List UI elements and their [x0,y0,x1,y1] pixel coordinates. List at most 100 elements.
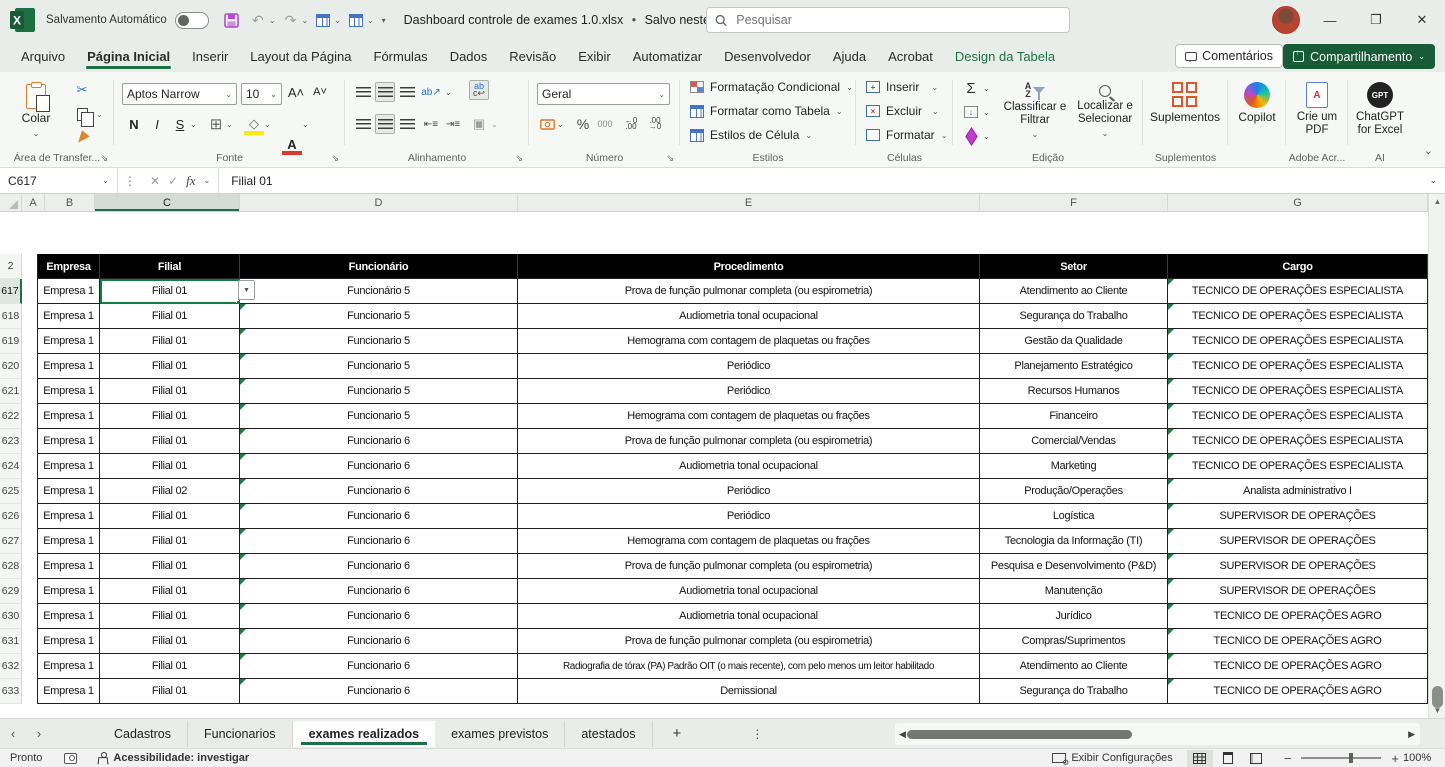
sheet-nav-right-icon[interactable]: › [26,726,52,741]
autosave-toggle[interactable] [175,12,209,29]
increase-decimal-button[interactable]: ←0.00 [621,114,641,134]
cell-filial-623[interactable]: Filial 01 [100,429,240,454]
row-header-621[interactable]: 621 [0,379,22,404]
bottom-align-button[interactable] [397,82,417,102]
cell-empresa-622[interactable]: Empresa 1 [37,404,100,429]
ribbon-tab-p-gina-inicial[interactable]: Página Inicial [76,43,181,70]
cell-funcionario-617[interactable]: Funcionário 5 [240,279,518,304]
redo-caret-icon[interactable]: ⌄ [302,16,309,25]
cell-empresa-628[interactable]: Empresa 1 [37,554,100,579]
cell-filial-631[interactable]: Filial 01 [100,629,240,654]
cell-filial-618[interactable]: Filial 01 [100,304,240,329]
horizontal-scrollbar-thumb[interactable] [907,730,1132,739]
cell-funcionario-625[interactable]: Funcionario 6 [240,479,518,504]
cell-cargo-622[interactable]: TECNICO DE OPERAÇÕES ESPECIALISTA [1168,404,1428,429]
italic-button[interactable]: I [147,114,167,134]
cell-setor-633[interactable]: Segurança do Trabalho [980,679,1168,704]
qat-table-caret-icon[interactable]: ⌄ [334,16,341,25]
cell-filial-630[interactable]: Filial 01 [100,604,240,629]
underline-caret-icon[interactable]: ⌄ [190,120,197,129]
cell-empresa-630[interactable]: Empresa 1 [37,604,100,629]
cell-filial-632[interactable]: Filial 01 [100,654,240,679]
cell-funcionario-619[interactable]: Funcionario 5 [240,329,518,354]
cell-cargo-620[interactable]: TECNICO DE OPERAÇÕES ESPECIALISTA [1168,354,1428,379]
cell-funcionario-624[interactable]: Funcionario 6 [240,454,518,479]
fill-button[interactable]: ↓ [961,102,981,122]
merge-center-button[interactable]: ▣ [469,114,489,134]
cell-funcionario-628[interactable]: Funcionario 6 [240,554,518,579]
cell-funcionario-626[interactable]: Funcionario 6 [240,504,518,529]
scroll-up-icon[interactable]: ▲ [1429,194,1445,209]
page-break-view-button[interactable] [1243,750,1269,767]
vertical-scrollbar[interactable]: ▲ ▼ [1428,194,1445,718]
number-format-combo[interactable]: Geral⌄ [537,83,670,105]
cell-filial-617[interactable]: Filial 01 [100,279,240,304]
cell-funcionario-618[interactable]: Funcionario 5 [240,304,518,329]
table-column-header-empresa[interactable]: Empresa [37,254,100,279]
ribbon-tab-acrobat[interactable]: Acrobat [877,43,944,70]
cut-button[interactable]: ✂ [72,80,92,100]
cell-filial-620[interactable]: Filial 01 [100,354,240,379]
cell-empresa-626[interactable]: Empresa 1 [37,504,100,529]
close-button[interactable]: ✕ [1399,0,1445,40]
normal-view-button[interactable] [1187,750,1213,767]
cell-filial-626[interactable]: Filial 01 [100,504,240,529]
cell-procedimento-618[interactable]: Audiometria tonal ocupacional [518,304,980,329]
row-header-619[interactable]: 619 [0,329,22,354]
cell-procedimento-627[interactable]: Hemograma com contagem de plaquetas ou f… [518,529,980,554]
cell-cargo-632[interactable]: TECNICO DE OPERAÇÕES AGRO [1168,654,1428,679]
cell-setor-632[interactable]: Atendimento ao Cliente [980,654,1168,679]
table-column-header-cargo[interactable]: Cargo [1168,254,1428,279]
borders-caret-icon[interactable]: ⌄ [226,120,233,129]
row-header-627[interactable]: 627 [0,529,22,554]
cell-procedimento-628[interactable]: Prova de função pulmonar completa (ou es… [518,554,980,579]
cell-setor-628[interactable]: Pesquisa e Desenvolvimento (P&D) [980,554,1168,579]
cell-empresa-631[interactable]: Empresa 1 [37,629,100,654]
row-header-623[interactable]: 623 [0,429,22,454]
row-header-629[interactable]: 629 [0,579,22,604]
copilot-button[interactable]: Copilot [1230,74,1284,125]
empty-row-1[interactable] [0,212,1428,254]
zoom-in-button[interactable]: + [1387,751,1403,766]
ribbon-tab-inserir[interactable]: Inserir [181,43,239,70]
fill-handle[interactable] [236,300,240,304]
zoom-slider-thumb[interactable] [1349,753,1353,763]
row-header-624[interactable]: 624 [0,454,22,479]
cell-setor-624[interactable]: Marketing [980,454,1168,479]
cell-filial-625[interactable]: Filial 02 [100,479,240,504]
column-header-B[interactable]: B [45,194,95,211]
increase-font-button[interactable]: A˄ [286,82,306,102]
cell-filial-627[interactable]: Filial 01 [100,529,240,554]
select-all-corner[interactable] [0,194,22,211]
sheet-tab-cadastros[interactable]: Cadastros [98,721,188,747]
conditional-formatting-button[interactable]: Formatação Condicional⌄ [690,80,853,94]
cell-procedimento-624[interactable]: Audiometria tonal ocupacional [518,454,980,479]
addins-button[interactable]: Suplementos [1149,74,1221,125]
cell-funcionario-631[interactable]: Funcionario 6 [240,629,518,654]
cell-cargo-623[interactable]: TECNICO DE OPERAÇÕES ESPECIALISTA [1168,429,1428,454]
cell-funcionario-622[interactable]: Funcionario 5 [240,404,518,429]
cell-procedimento-623[interactable]: Prova de função pulmonar completa (ou es… [518,429,980,454]
scroll-left-icon[interactable]: ◀ [899,729,906,740]
copy-caret-icon[interactable]: ⌄ [96,110,103,119]
cell-setor-621[interactable]: Recursos Humanos [980,379,1168,404]
align-right-button[interactable] [397,114,417,134]
number-dialog-launcher-icon[interactable]: ⇘ [666,153,674,164]
cell-empresa-632[interactable]: Empresa 1 [37,654,100,679]
share-button[interactable]: Compartilhamento ⌄ [1283,44,1435,69]
cell-procedimento-630[interactable]: Audiometria tonal ocupacional [518,604,980,629]
formula-input[interactable]: Filial 01 [219,174,272,188]
column-header-F[interactable]: F [980,194,1168,211]
cell-procedimento-619[interactable]: Hemograma com contagem de plaquetas ou f… [518,329,980,354]
row-header-620[interactable]: 620 [0,354,22,379]
zoom-out-button[interactable]: − [1280,751,1296,766]
cell-procedimento-629[interactable]: Audiometria tonal ocupacional [518,579,980,604]
restore-button[interactable]: ❐ [1353,0,1399,40]
macro-record-icon[interactable] [64,753,77,764]
middle-align-button[interactable] [375,82,395,102]
insert-function-button[interactable]: fx [186,173,195,189]
cell-setor-630[interactable]: Jurídico [980,604,1168,629]
cell-setor-619[interactable]: Gestão da Qualidade [980,329,1168,354]
cell-filial-633[interactable]: Filial 01 [100,679,240,704]
cell-filial-622[interactable]: Filial 01 [100,404,240,429]
